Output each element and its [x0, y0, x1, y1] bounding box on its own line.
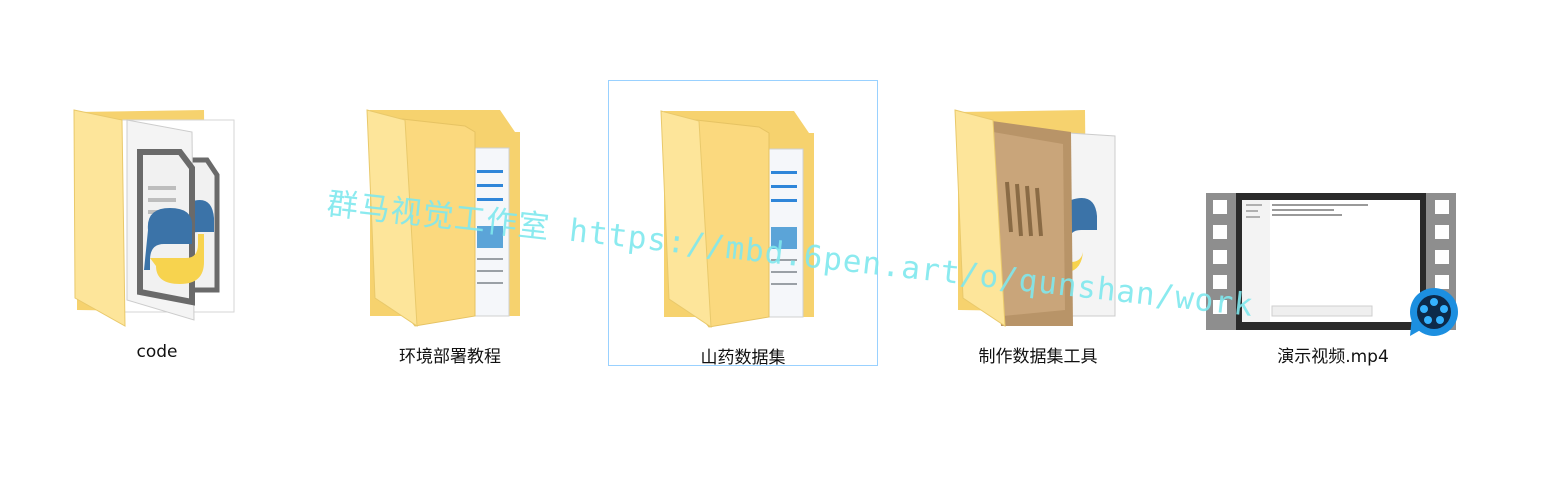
file-label: 演示视频.mp4	[1277, 347, 1389, 367]
folder-icon	[954, 109, 1116, 327]
folder-environment-tutorial[interactable]: 环境部署教程	[315, 80, 585, 367]
folder-label: 制作数据集工具	[978, 347, 1098, 367]
folder-dataset-tools[interactable]: 制作数据集工具	[903, 80, 1173, 367]
folder-icon	[366, 109, 520, 327]
folder-label: 山药数据集	[700, 348, 786, 368]
folder-icon	[73, 109, 235, 327]
video-thumbnail-icon	[1206, 193, 1458, 336]
video-player-icon	[1410, 288, 1458, 336]
video-demo[interactable]: 演示视频.mp4	[1198, 80, 1468, 367]
folder-label: 环境部署教程	[399, 347, 501, 367]
folder-code[interactable]: code	[22, 80, 292, 366]
folder-yam-dataset[interactable]: 山药数据集	[608, 80, 878, 368]
folder-label: code	[136, 342, 178, 362]
folder-icon	[660, 110, 814, 328]
